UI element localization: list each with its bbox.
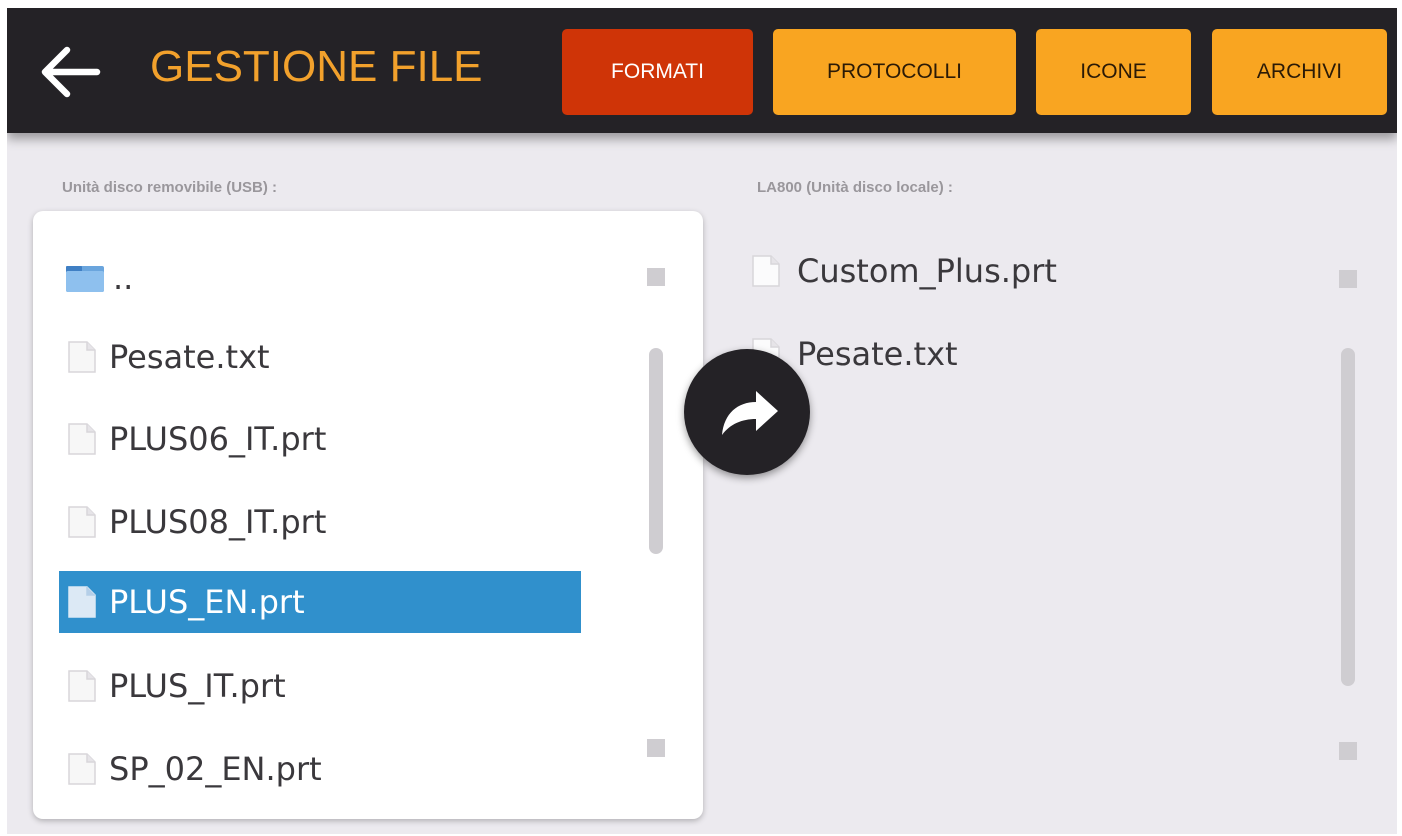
file-manager-screen: GESTIONE FILE FORMATI PROTOCOLLI ICONE A… [7, 8, 1397, 834]
file-icon [68, 753, 96, 785]
list-item-file[interactable]: Custom_Plus.prt [747, 240, 1057, 302]
list-item-file[interactable]: Pesate.txt [59, 326, 270, 388]
list-item-file[interactable]: PLUS08_IT.prt [59, 491, 326, 553]
tab-icone[interactable]: ICONE [1036, 29, 1191, 115]
list-item-file[interactable]: PLUS06_IT.prt [59, 408, 326, 470]
tab-archivi[interactable]: ARCHIVI [1212, 29, 1387, 115]
scrollbar-thumb[interactable] [649, 348, 663, 554]
file-icon [68, 423, 96, 455]
share-arrow-icon [722, 391, 778, 435]
scroll-down-button[interactable] [647, 739, 665, 757]
file-icon [68, 586, 96, 618]
scroll-up-button[interactable] [647, 268, 665, 286]
local-pane-label: LA800 (Unità disco locale) : [757, 179, 953, 196]
list-item-label: Pesate.txt [797, 335, 958, 373]
header-bar: GESTIONE FILE FORMATI PROTOCOLLI ICONE A… [7, 8, 1397, 133]
copy-to-local-button[interactable] [684, 349, 810, 475]
list-item-label: PLUS08_IT.prt [109, 503, 327, 541]
folder-icon [66, 266, 104, 292]
list-item-label: PLUS_IT.prt [109, 667, 286, 705]
arrow-left-icon [41, 46, 101, 98]
list-item-file-selected[interactable]: PLUS_EN.prt [59, 571, 581, 633]
scroll-up-button[interactable] [1339, 270, 1357, 288]
usb-pane-label: Unità disco removibile (USB) : [62, 179, 278, 196]
list-item-parent-folder[interactable]: .. [59, 247, 133, 309]
page-title: GESTIONE FILE [150, 42, 483, 91]
tab-formati[interactable]: FORMATI [562, 29, 753, 115]
list-item-file[interactable]: SP_02_EN.prt [59, 738, 322, 800]
list-item-label: PLUS06_IT.prt [109, 420, 327, 458]
list-item-label: Pesate.txt [109, 338, 270, 376]
list-item-file[interactable]: PLUS_IT.prt [59, 655, 286, 717]
scrollbar-thumb[interactable] [1341, 348, 1355, 686]
file-icon [752, 255, 780, 287]
list-item-label: SP_02_EN.prt [109, 750, 322, 788]
scroll-down-button[interactable] [1339, 742, 1357, 760]
list-item-label: .. [113, 259, 134, 297]
back-button[interactable] [37, 44, 103, 100]
file-icon [68, 670, 96, 702]
list-item-label: Custom_Plus.prt [797, 252, 1057, 290]
file-icon [68, 506, 96, 538]
file-icon [68, 341, 96, 373]
usb-file-list: .. Pesate.txt PLUS06_IT.prt PLUS08_IT.pr… [33, 211, 703, 819]
tab-protocolli[interactable]: PROTOCOLLI [773, 29, 1016, 115]
list-item-label: PLUS_EN.prt [109, 583, 305, 621]
